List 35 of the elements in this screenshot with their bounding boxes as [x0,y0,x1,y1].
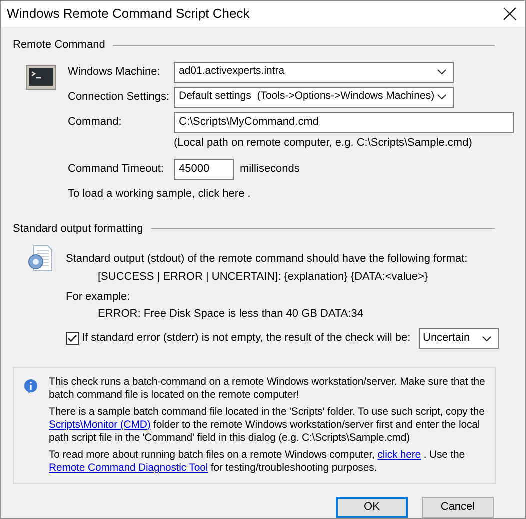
info-paragraph: To read more about running batch files on a remote Windows computer, click here . Use the Remote Command Diagnostic Tool for testing/troubleshooting purposes. [49,449,466,475]
dropdown[interactable]: Default settings (Tools->Options->Windows Machines) [174,86,454,108]
number-field[interactable]: 45000 [174,159,234,180]
link[interactable]: Scripts\Monitor (CMD) [49,419,151,431]
info-paragraph: There is a sample batch command file located in the 'Scripts' folder. To use such script, copy the Scripts\Monitor (CMD) folder to the remote Windows workstation/server first and enter the local path script file in the 'Command' field in this dialog (e.g. C:\Scripts\Sample.cmd) [49,406,486,445]
unit-label: milliseconds [240,162,300,178]
cancel-button[interactable]: Cancel [422,497,494,518]
checkbox-label[interactable]: If standard error (stderr) is not empty, the result of the check will be: [82,330,411,347]
field-label: Command Timeout: [68,162,165,177]
ok-button[interactable]: OK [336,497,408,518]
field-label: Connection Settings: [68,90,171,104]
chevron-down-icon [437,94,447,100]
chevron-down-icon [482,336,492,342]
chevron-down-icon [437,69,447,75]
link[interactable]: click here [378,449,422,461]
sample-link[interactable]: To load a working sample, click here . [68,186,251,202]
window-title: Windows Remote Command Script Check [7,5,250,24]
field-hint: (Local path on remote computer, e.g. C:\Scripts\Sample.cmd) [174,136,474,150]
link[interactable]: Remote Command Diagnostic Tool [49,462,208,474]
group-heading: Remote Command [13,38,106,53]
example-text: ERROR: Free Disk Space is less than 40 GB DATA:34 [97,307,365,322]
field-label: Command: [68,114,123,130]
group-heading: Standard output formatting [13,222,144,236]
close-icon[interactable] [503,7,517,21]
dropdown[interactable]: Uncertain [419,328,499,349]
text-field[interactable]: C:\Scripts\MyCommand.cmd [174,112,514,132]
info-paragraph: This check runs a batch-command on a remote Windows workstation/server. Make sure that the batch command file is located on the remote computer! [49,376,486,402]
example-label: For example: [66,290,132,305]
format-description: Standard output (stdout) of the remote command should have the following format: [66,252,469,267]
checkbox[interactable] [66,332,79,345]
dropdown[interactable]: ad01.activexperts.intra [174,62,454,82]
info-icon [24,379,38,394]
terminal-icon [26,64,56,90]
field-label: Windows Machine: [68,64,162,80]
format-template: [SUCCESS | ERROR | UNCERTAIN]: {explanation} {DATA:<value>} [97,270,430,285]
